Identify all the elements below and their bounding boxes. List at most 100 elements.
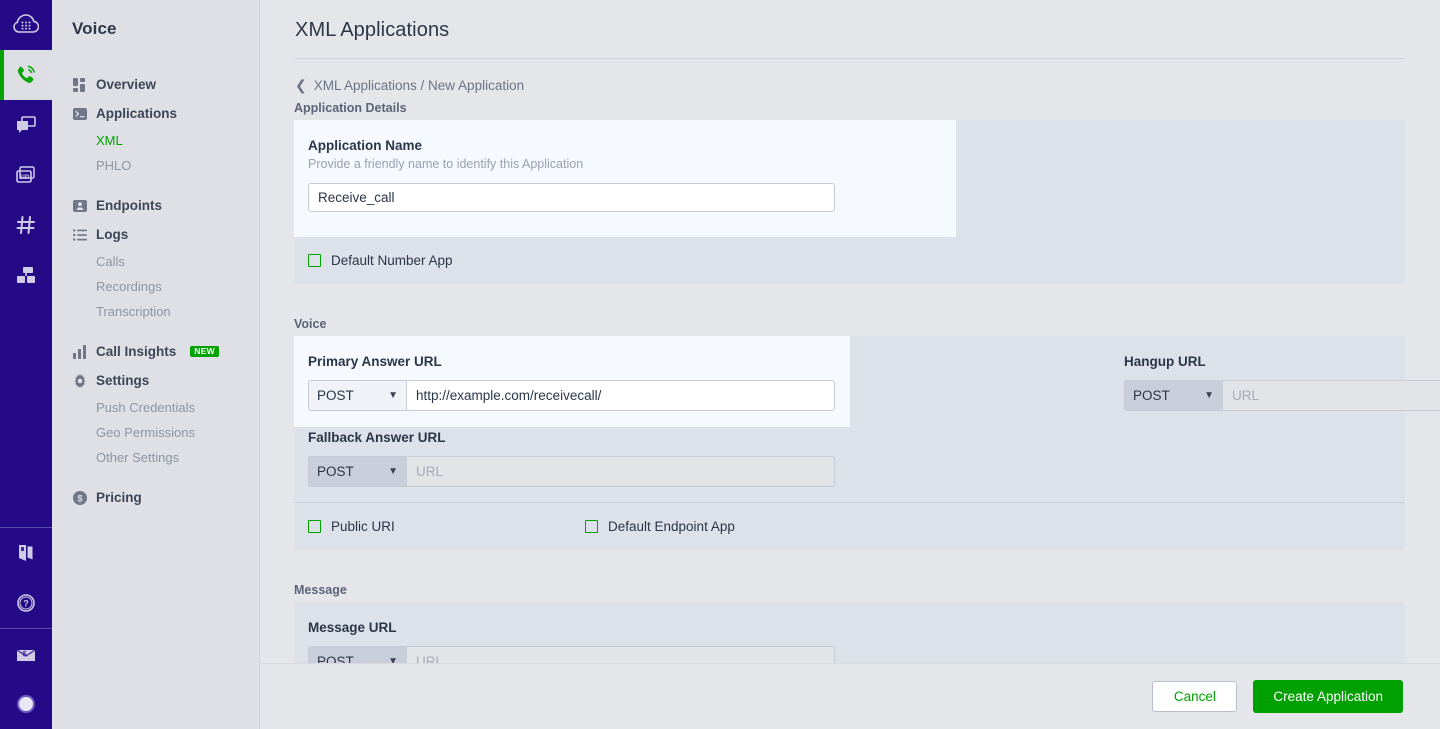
- chevron-down-icon: ▼: [388, 466, 398, 477]
- breadcrumb[interactable]: ❮ XML Applications / New Application: [260, 59, 1440, 95]
- account-avatar-icon[interactable]: [0, 679, 52, 729]
- hangup-url-method-value: POST: [1133, 388, 1170, 403]
- sidebar-item-overview[interactable]: Overview: [52, 70, 259, 99]
- multiparty-flow-icon[interactable]: [0, 250, 52, 300]
- sip-trunking-icon[interactable]: SIP: [0, 150, 52, 200]
- help-question-icon[interactable]: ?: [0, 578, 52, 628]
- primary-answer-url-method-value: POST: [317, 388, 354, 403]
- default-number-app-checkbox[interactable]: [308, 254, 321, 267]
- sidebar-item-pricing[interactable]: $ Pricing: [52, 483, 259, 512]
- sidebar-item-label: Pricing: [96, 490, 142, 505]
- chevron-left-icon: ❮: [295, 78, 307, 92]
- docs-book-icon[interactable]: [0, 528, 52, 578]
- svg-text:$: $: [77, 493, 82, 503]
- default-endpoint-app-checkbox[interactable]: [585, 520, 598, 533]
- main-content: XML Applications ❮ XML Applications / Ne…: [260, 0, 1440, 729]
- breadcrumb-label: XML Applications / New Application: [314, 78, 524, 93]
- sidebar-item-geo-permissions[interactable]: Geo Permissions: [52, 420, 259, 445]
- svg-text:SIP: SIP: [19, 174, 30, 181]
- sidebar-item-phlo[interactable]: PHLO: [52, 153, 259, 178]
- create-application-button[interactable]: Create Application: [1253, 680, 1403, 713]
- default-number-app-checkbox-row[interactable]: Default Number App: [308, 253, 453, 268]
- svg-text:$: $: [23, 651, 27, 658]
- sidebar-item-call-insights[interactable]: Call Insights NEW: [52, 337, 259, 366]
- fallback-answer-url-group: POST ▼: [308, 456, 835, 487]
- section-label-application-details: Application Details: [260, 101, 1440, 115]
- sidebar-item-label: Overview: [96, 77, 156, 92]
- list-icon: [72, 227, 87, 242]
- sidebar-item-label: Logs: [96, 227, 128, 242]
- new-badge: NEW: [190, 346, 219, 358]
- cloud-keypad-logo-icon[interactable]: [0, 0, 52, 50]
- chevron-down-icon: ▼: [1204, 390, 1214, 401]
- svg-text:?: ?: [23, 599, 29, 609]
- fallback-answer-url-field: Fallback Answer URL POST ▼: [308, 430, 835, 487]
- application-name-input[interactable]: [308, 183, 835, 212]
- product-rail: SIP: [0, 0, 52, 729]
- voice-urls-band: Primary Answer URL POST ▼ Hangup URL POS…: [260, 336, 1440, 502]
- sidebar-title: Voice: [52, 14, 259, 48]
- default-number-app-band: Default Number App: [294, 237, 1405, 284]
- messaging-chat-icon[interactable]: [0, 100, 52, 150]
- section-label-voice: Voice: [260, 317, 1440, 331]
- sidebar-item-transcription[interactable]: Transcription: [52, 299, 259, 324]
- fallback-answer-url-input[interactable]: [406, 456, 835, 487]
- action-footer: Cancel Create Application: [260, 663, 1440, 729]
- gear-icon: [72, 373, 87, 388]
- default-endpoint-app-checkbox-row[interactable]: Default Endpoint App: [585, 519, 735, 534]
- sidebar-item-calls[interactable]: Calls: [52, 249, 259, 274]
- nav-gap: [52, 324, 259, 337]
- hangup-url-input[interactable]: [1222, 380, 1440, 411]
- application-name-help: Provide a friendly name to identify this…: [308, 157, 835, 171]
- phone-numbers-hash-icon[interactable]: [0, 200, 52, 250]
- message-url-label: Message URL: [308, 620, 835, 635]
- sidebar-item-push-credentials[interactable]: Push Credentials: [52, 395, 259, 420]
- sidebar-item-xml[interactable]: XML: [52, 128, 259, 153]
- hangup-url-method-select[interactable]: POST ▼: [1124, 380, 1222, 411]
- dollar-icon: $: [72, 490, 87, 505]
- nav-gap: [52, 178, 259, 191]
- sidebar-item-recordings[interactable]: Recordings: [52, 274, 259, 299]
- sidebar-item-label: Call Insights: [96, 344, 176, 359]
- public-uri-checkbox-row[interactable]: Public URI: [308, 519, 585, 534]
- endpoint-icon: [72, 198, 87, 213]
- billing-envelope-icon[interactable]: $: [0, 629, 52, 679]
- application-details-band: Application Name Provide a friendly name…: [260, 120, 1440, 237]
- application-name-label: Application Name: [308, 138, 835, 153]
- hangup-url-group: POST ▼: [1124, 380, 1440, 411]
- primary-answer-url-group: POST ▼: [308, 380, 835, 411]
- nav-gap: [52, 470, 259, 483]
- primary-answer-url-field: Primary Answer URL POST ▼: [308, 354, 835, 411]
- sidebar-item-applications[interactable]: Applications: [52, 99, 259, 128]
- fallback-answer-url-label: Fallback Answer URL: [308, 430, 835, 445]
- public-uri-checkbox[interactable]: [308, 520, 321, 533]
- fallback-answer-url-method-select[interactable]: POST ▼: [308, 456, 406, 487]
- sidebar-item-other-settings[interactable]: Other Settings: [52, 445, 259, 470]
- public-uri-label: Public URI: [331, 519, 395, 534]
- default-number-app-label: Default Number App: [331, 253, 453, 268]
- sidebar-item-settings[interactable]: Settings: [52, 366, 259, 395]
- hangup-url-field: Hangup URL POST ▼: [1124, 354, 1440, 411]
- sidebar-item-endpoints[interactable]: Endpoints: [52, 191, 259, 220]
- grid-icon: [72, 77, 87, 92]
- hangup-url-label: Hangup URL: [1124, 354, 1440, 369]
- default-endpoint-app-label: Default Endpoint App: [608, 519, 735, 534]
- voice-checkboxes-band: Public URI Default Endpoint App: [294, 502, 1405, 550]
- sidebar-item-label: Endpoints: [96, 198, 162, 213]
- voice-phone-icon[interactable]: [0, 50, 52, 100]
- application-name-field: Application Name Provide a friendly name…: [308, 138, 835, 212]
- sidebar-item-label: Settings: [96, 373, 149, 388]
- section-label-message: Message: [260, 583, 1440, 597]
- fallback-answer-url-method-value: POST: [317, 464, 354, 479]
- sidebar-item-label: Applications: [96, 106, 177, 121]
- primary-answer-url-method-select[interactable]: POST ▼: [308, 380, 406, 411]
- cancel-button[interactable]: Cancel: [1152, 681, 1237, 712]
- page-title: XML Applications: [260, 0, 1440, 58]
- sidebar-item-logs[interactable]: Logs: [52, 220, 259, 249]
- primary-answer-url-label: Primary Answer URL: [308, 354, 835, 369]
- sidebar-nav: Overview Applications XML PHLO Endpoints: [52, 48, 259, 512]
- primary-answer-url-input[interactable]: [406, 380, 835, 411]
- app-root: SIP: [0, 0, 1440, 729]
- bar-chart-icon: [72, 344, 87, 359]
- terminal-icon: [72, 106, 87, 121]
